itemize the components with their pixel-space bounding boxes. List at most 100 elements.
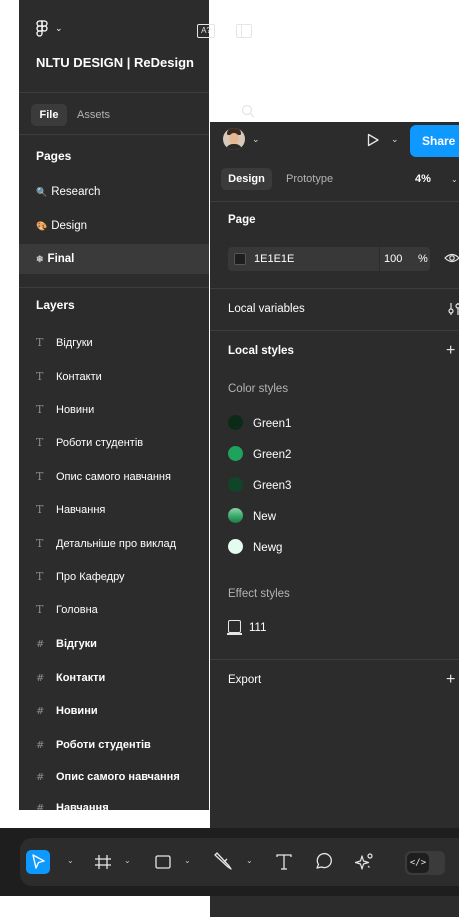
text-layer-icon: T bbox=[36, 603, 44, 616]
snowflake-emoji-icon: ❄ bbox=[36, 254, 44, 264]
color-style-item[interactable]: Newg bbox=[228, 538, 282, 557]
color-style-item[interactable]: Green1 bbox=[228, 414, 291, 433]
layer-item[interactable]: # Новини bbox=[36, 702, 98, 720]
effect-style-item[interactable]: 111 bbox=[227, 619, 266, 636]
layers-title: Layers bbox=[36, 298, 75, 312]
export-title: Export bbox=[228, 674, 262, 686]
frame-tool-icon[interactable] bbox=[93, 850, 113, 874]
text-layer-icon: T bbox=[36, 570, 44, 583]
chevron-down-icon[interactable]: ⌄ bbox=[451, 175, 458, 184]
cursor-icon bbox=[32, 854, 45, 869]
text-layer-icon: T bbox=[36, 370, 44, 383]
frame-layer-icon: # bbox=[36, 772, 45, 783]
layer-item[interactable]: T Відгуки bbox=[36, 334, 93, 352]
pages-title: Pages bbox=[36, 149, 72, 163]
text-tool-icon[interactable] bbox=[274, 850, 294, 874]
layer-item[interactable]: T Опис самого навчання bbox=[36, 468, 171, 486]
bottom-toolbar bbox=[20, 838, 459, 886]
percent-label: % bbox=[418, 253, 428, 265]
text-layer-icon: T bbox=[36, 436, 44, 449]
layer-item[interactable]: T Контакти bbox=[36, 368, 102, 386]
chevron-down-icon[interactable]: ⌄ bbox=[391, 134, 399, 145]
divider bbox=[19, 92, 209, 93]
layer-item[interactable]: T Головна bbox=[36, 601, 98, 619]
page-item-final[interactable]: ❄ Final bbox=[19, 244, 209, 274]
tab-file[interactable]: File bbox=[31, 104, 67, 126]
chevron-down-icon: ⌄ bbox=[207, 59, 216, 69]
pen-tool-icon[interactable] bbox=[212, 850, 234, 874]
ai-actions-icon[interactable] bbox=[353, 850, 375, 874]
layer-item[interactable]: # Роботи студентів bbox=[36, 736, 151, 754]
figma-logo-icon bbox=[36, 20, 48, 37]
zoom-level[interactable]: 4% bbox=[415, 168, 431, 190]
add-export-icon[interactable]: + bbox=[446, 672, 455, 688]
color-swatch bbox=[228, 414, 243, 430]
comment-tool-icon[interactable] bbox=[313, 850, 335, 874]
frame-layer-icon: # bbox=[36, 706, 45, 717]
color-style-item[interactable]: Green3 bbox=[228, 476, 291, 495]
drop-shadow-icon bbox=[227, 619, 242, 635]
text-layer-icon: T bbox=[36, 403, 44, 416]
sidebar-toggle-icon[interactable] bbox=[236, 24, 252, 38]
layer-item[interactable]: T Навчання bbox=[36, 501, 105, 519]
search-icon[interactable] bbox=[241, 104, 255, 118]
frame-layer-icon: # bbox=[36, 639, 45, 650]
frame-layer-icon: # bbox=[36, 740, 45, 751]
page-background-field[interactable]: 1E1E1E 100 % bbox=[228, 247, 430, 271]
divider bbox=[19, 287, 209, 288]
dev-mode-toggle[interactable]: </> bbox=[405, 851, 445, 875]
page-item-research[interactable]: 🔍 Research bbox=[36, 182, 100, 202]
ai-button[interactable]: A? bbox=[197, 24, 215, 38]
eye-icon[interactable] bbox=[444, 251, 459, 265]
layer-item[interactable]: # Відгуки bbox=[36, 635, 97, 653]
layer-item[interactable]: T Роботи студентів bbox=[36, 434, 143, 452]
tab-assets[interactable]: Assets bbox=[77, 104, 110, 126]
divider bbox=[210, 288, 459, 289]
divider bbox=[379, 247, 380, 271]
avatar[interactable] bbox=[223, 128, 245, 150]
layer-item[interactable]: T Детальніше про виклад bbox=[36, 535, 176, 553]
move-tool-button[interactable] bbox=[26, 850, 50, 874]
tab-design[interactable]: Design bbox=[221, 168, 272, 190]
layer-item[interactable]: # Контакти bbox=[36, 669, 105, 687]
tab-prototype[interactable]: Prototype bbox=[286, 168, 333, 190]
color-swatch bbox=[228, 445, 243, 461]
chevron-down-icon[interactable]: ⌄ bbox=[67, 856, 74, 865]
color-style-item[interactable]: Green2 bbox=[228, 445, 291, 464]
rectangle-tool-icon[interactable] bbox=[153, 850, 173, 874]
project-title[interactable]: NLTU DESIGN | ReDesign ⌄ bbox=[36, 55, 215, 70]
layer-item[interactable]: T Новини bbox=[36, 401, 94, 419]
layer-item[interactable]: T Про Кафедру bbox=[36, 568, 125, 586]
text-layer-icon: T bbox=[36, 537, 44, 550]
main-menu-button[interactable]: ⌄ bbox=[36, 20, 66, 40]
local-variables-title[interactable]: Local variables bbox=[228, 303, 305, 315]
frame-layer-icon: # bbox=[36, 673, 45, 684]
page-color-hex[interactable]: 1E1E1E bbox=[254, 247, 294, 271]
chevron-down-icon: ⌄ bbox=[55, 23, 63, 33]
color-style-item[interactable]: New bbox=[228, 507, 276, 526]
palette-emoji-icon: 🎨 bbox=[36, 221, 48, 231]
magnifier-emoji-icon: 🔍 bbox=[36, 187, 48, 197]
ai-label: A? bbox=[201, 26, 211, 35]
chevron-down-icon[interactable]: ⌄ bbox=[184, 856, 191, 865]
page-color-opacity[interactable]: 100 bbox=[384, 247, 402, 271]
chevron-down-icon[interactable]: ⌄ bbox=[252, 134, 260, 145]
color-swatch[interactable] bbox=[234, 253, 246, 265]
layer-item[interactable]: # Навчання bbox=[36, 799, 109, 810]
layer-item[interactable]: # Опис самого навчання bbox=[36, 768, 180, 786]
page-section-title: Page bbox=[228, 214, 256, 226]
variables-icon[interactable] bbox=[448, 301, 459, 317]
text-layer-icon: T bbox=[36, 336, 44, 349]
color-styles-title: Color styles bbox=[228, 383, 289, 395]
code-icon: </> bbox=[407, 853, 429, 873]
text-layer-icon: T bbox=[36, 503, 44, 516]
chevron-down-icon[interactable]: ⌄ bbox=[246, 856, 253, 865]
share-button[interactable]: Share bbox=[410, 125, 459, 157]
divider bbox=[19, 134, 209, 135]
page-item-design[interactable]: 🎨 Design bbox=[36, 216, 87, 236]
chevron-down-icon[interactable]: ⌄ bbox=[124, 856, 131, 865]
divider bbox=[210, 201, 459, 202]
play-icon[interactable] bbox=[366, 133, 380, 147]
add-style-icon[interactable]: + bbox=[446, 343, 455, 359]
divider bbox=[210, 330, 459, 331]
